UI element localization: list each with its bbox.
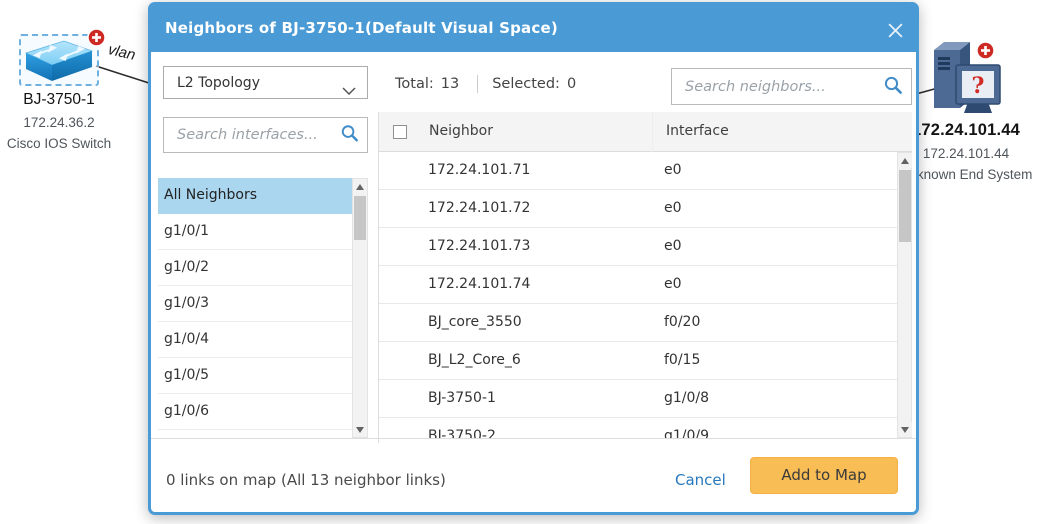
interface-list-item[interactable]: All Neighbors: [158, 178, 352, 214]
interface-list-item[interactable]: g1/0/2: [158, 250, 352, 286]
column-header-neighbor: Neighbor: [429, 112, 493, 151]
device-type-label: Cisco IOS Switch: [0, 136, 118, 151]
neighbors-table-body: 172.24.101.71 e0 172.24.101.72 e0 172.24…: [379, 152, 897, 438]
links-status-text: 0 links on map (All 13 neighbor links): [166, 465, 446, 495]
search-interfaces-input[interactable]: [164, 118, 367, 152]
table-row[interactable]: 172.24.101.73 e0: [379, 228, 897, 266]
interface-list-item[interactable]: g1/0/3: [158, 286, 352, 322]
search-icon[interactable]: [883, 75, 903, 99]
add-to-map-button[interactable]: Add to Map: [750, 457, 898, 494]
total-count: 13: [441, 76, 459, 92]
neighbor-cell: BJ_L2_Core_6: [428, 342, 521, 379]
dialog-title: Neighbors of BJ-3750-1(Default Visual Sp…: [165, 5, 558, 52]
interface-list-item-label: g1/0/1: [164, 223, 209, 239]
neighbors-dialog: Neighbors of BJ-3750-1(Default Visual Sp…: [148, 2, 919, 515]
switch-selection-box: [19, 34, 99, 86]
chevron-down-icon: [342, 80, 356, 99]
interface-cell: e0: [664, 266, 682, 303]
end-system-icon-wrap: ?: [928, 40, 1004, 116]
search-neighbors-input[interactable]: [672, 69, 911, 104]
table-row[interactable]: 172.24.101.74 e0: [379, 266, 897, 304]
neighbor-cell: BJ_core_3550: [428, 304, 522, 341]
neighbor-cell: 172.24.101.73: [428, 228, 530, 265]
column-header-interface: Interface: [666, 112, 729, 151]
table-row[interactable]: 172.24.101.72 e0: [379, 190, 897, 228]
map-node-switch[interactable]: BJ-3750-1 172.24.36.2 Cisco IOS Switch: [0, 34, 118, 151]
svg-text:?: ?: [972, 73, 985, 99]
footer-divider: [151, 438, 916, 439]
interface-list-item-label: g1/0/5: [164, 367, 209, 383]
neighbor-cell: 172.24.101.71: [428, 152, 530, 189]
neighbor-cell: 172.24.101.74: [428, 266, 530, 303]
device-name-label: BJ-3750-1: [0, 91, 118, 109]
neighbor-cell: 172.24.101.72: [428, 190, 530, 227]
scroll-down-arrow-icon[interactable]: [353, 422, 367, 437]
neighbors-toolbar: Total: 13 Selected: 0: [395, 71, 576, 97]
network-map-canvas: vlan: [0, 0, 1037, 524]
interface-cell: g1/0/9: [664, 418, 709, 438]
scroll-up-arrow-icon[interactable]: [898, 153, 912, 168]
search-neighbors-box: [671, 68, 912, 105]
table-header: Neighbor Interface: [379, 112, 912, 152]
interface-list-item[interactable]: g1/0/1: [158, 214, 352, 250]
interface-cell: e0: [664, 190, 682, 227]
search-interfaces-box: [163, 117, 368, 153]
interface-list: All Neighbors g1/0/1 g1/0/2 g1/0/3: [158, 178, 368, 438]
interface-list-item[interactable]: g1/0/6: [158, 394, 352, 430]
cisco-switch-icon: [24, 37, 94, 83]
table-row[interactable]: BJ-3750-1 g1/0/8: [379, 380, 897, 418]
interface-list-item-label: g1/0/3: [164, 295, 209, 311]
search-icon[interactable]: [340, 124, 359, 147]
scrollbar-thumb[interactable]: [899, 170, 911, 242]
interface-list-item-label: g1/0/2: [164, 259, 209, 275]
interface-list-item[interactable]: g1/0/4: [158, 322, 352, 358]
interface-list-item[interactable]: g1/0/5: [158, 358, 352, 394]
dialog-titlebar: Neighbors of BJ-3750-1(Default Visual Sp…: [151, 5, 916, 52]
selected-label: Selected:: [492, 76, 560, 92]
topology-type-value: L2 Topology: [177, 75, 260, 91]
interface-list-item-label: All Neighbors: [164, 187, 257, 203]
interface-cell: e0: [664, 152, 682, 189]
close-icon[interactable]: [882, 19, 908, 41]
table-scrollbar[interactable]: [897, 152, 912, 438]
scroll-down-arrow-icon[interactable]: [898, 422, 912, 437]
interface-cell: g1/0/8: [664, 380, 709, 417]
neighbor-cell: BJ-3750-1: [428, 380, 496, 417]
toolbar-separator: [477, 75, 478, 93]
scrollbar-thumb[interactable]: [354, 196, 366, 240]
total-label: Total:: [395, 76, 434, 92]
table-row[interactable]: BJ_L2_Core_6 f0/15: [379, 342, 897, 380]
interface-list-item-label: g1/0/6: [164, 403, 209, 419]
interface-cell: f0/15: [664, 342, 700, 379]
cancel-button[interactable]: Cancel: [675, 465, 726, 495]
topology-type-select[interactable]: L2 Topology: [163, 66, 368, 99]
interface-cell: f0/20: [664, 304, 700, 341]
add-plus-badge-icon: [86, 27, 107, 48]
table-row[interactable]: 172.24.101.71 e0: [379, 152, 897, 190]
table-row[interactable]: BJ_core_3550 f0/20: [379, 304, 897, 342]
interface-cell: e0: [664, 228, 682, 265]
interface-list-item-label: g1/0/4: [164, 331, 209, 347]
add-plus-badge-icon: [975, 40, 996, 61]
selected-count: 0: [567, 76, 576, 92]
interface-list-scrollbar[interactable]: [352, 178, 368, 438]
scroll-up-arrow-icon[interactable]: [353, 179, 367, 194]
neighbor-cell: BJ-3750-2: [428, 418, 496, 438]
select-all-checkbox[interactable]: [393, 125, 407, 139]
device-ip-label: 172.24.36.2: [0, 115, 118, 130]
table-row[interactable]: BJ-3750-2 g1/0/9: [379, 418, 897, 438]
